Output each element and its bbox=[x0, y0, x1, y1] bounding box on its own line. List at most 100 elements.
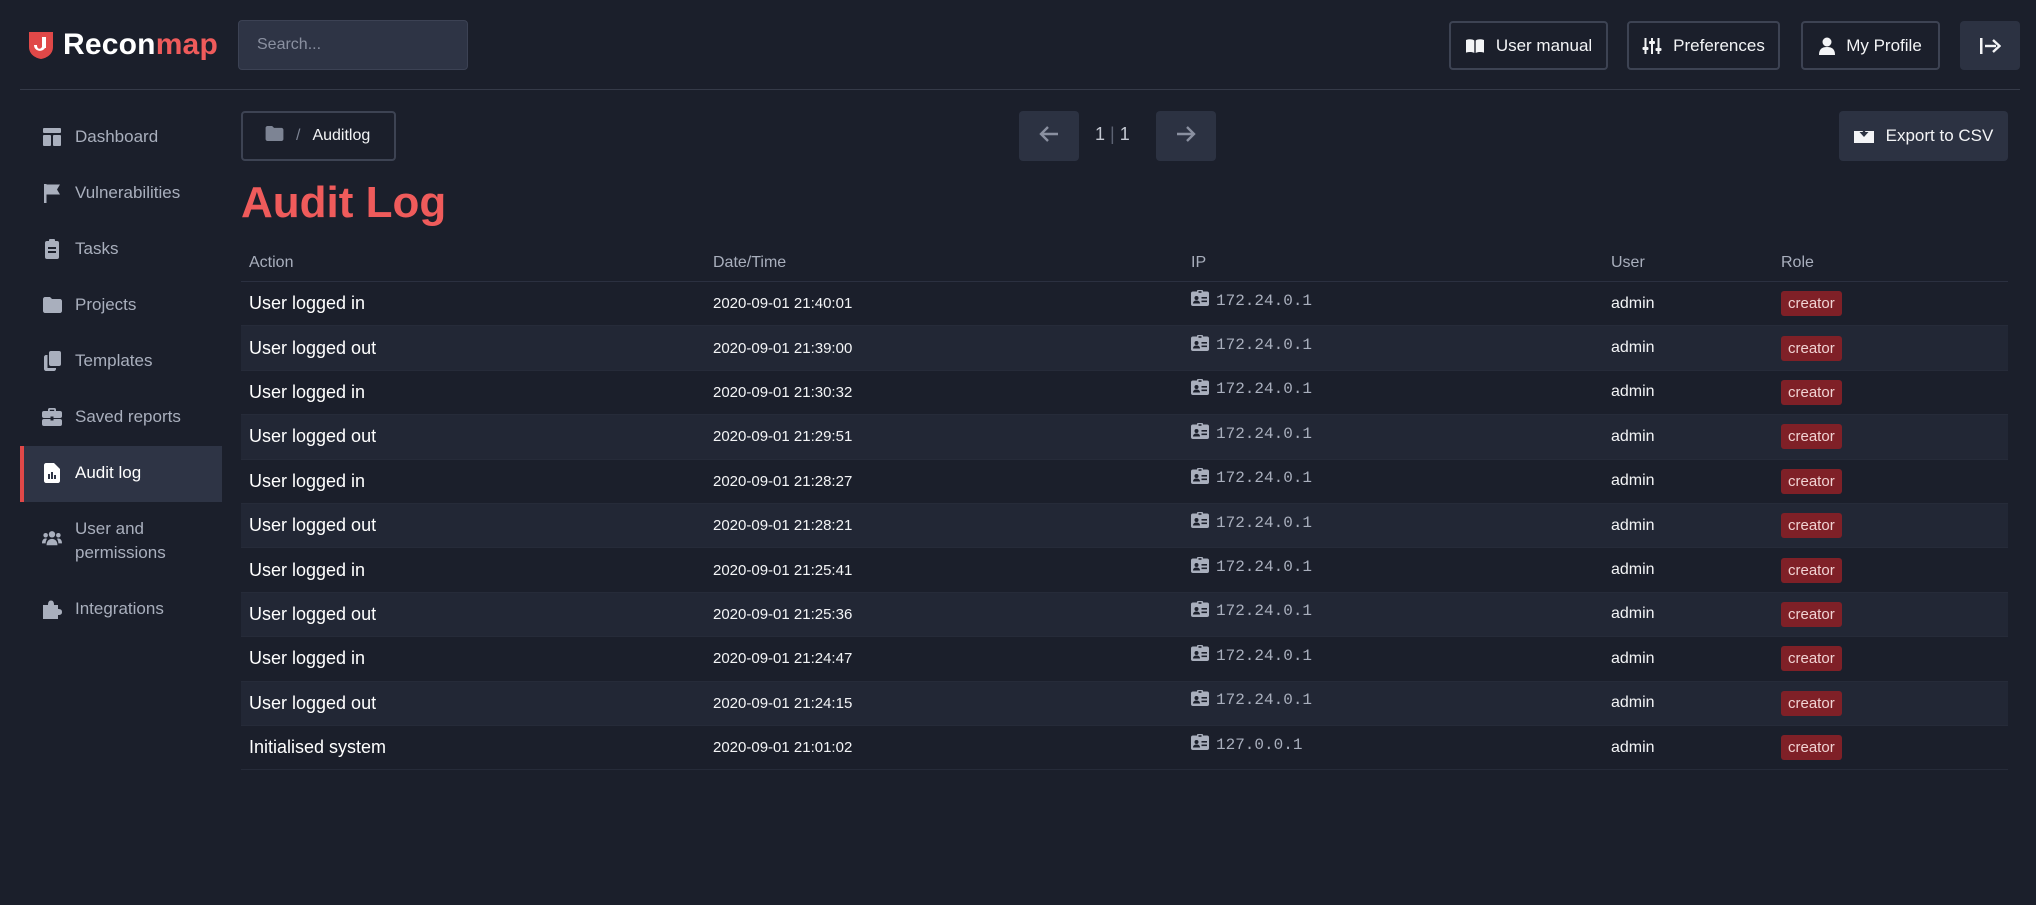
flag-icon bbox=[42, 181, 62, 205]
sidebar-item-label: Dashboard bbox=[75, 127, 159, 146]
user-cell: admin bbox=[1611, 383, 1655, 401]
table-body: User logged in 2020-09-01 21:40:01 172.24.… bbox=[241, 282, 2008, 771]
table-row: User logged out 2020-09-01 21:39:00 172.24… bbox=[241, 326, 2008, 371]
breadcrumb: / Auditlog bbox=[241, 111, 396, 161]
user-manual-button[interactable]: User manual bbox=[1449, 21, 1608, 70]
user-cell: admin bbox=[1611, 738, 1655, 756]
ip-cell: 172.24.0.1 bbox=[1185, 556, 1605, 578]
user-cell: admin bbox=[1611, 649, 1655, 667]
book-icon bbox=[1465, 38, 1485, 54]
sidebar-item-templates[interactable]: Templates bbox=[20, 334, 222, 390]
puzzle-icon bbox=[42, 597, 62, 621]
app-name-accent: map bbox=[155, 28, 218, 61]
sidebar-item-label: Tasks bbox=[75, 239, 119, 258]
preferences-button[interactable]: Preferences bbox=[1627, 21, 1780, 70]
table-row: User logged in 2020-09-01 21:24:47 172.24.… bbox=[241, 637, 2008, 682]
sidebar-item-tasks[interactable]: Tasks bbox=[20, 222, 222, 278]
logout-icon bbox=[1979, 37, 2001, 55]
my-profile-label: My Profile bbox=[1846, 35, 1922, 55]
action-cell: User logged in bbox=[249, 381, 366, 402]
table-row: User logged out 2020-09-01 21:28:21 172.24… bbox=[241, 503, 2008, 549]
ip-address: 172.24.0.1 bbox=[1216, 558, 1313, 577]
ip-address: 172.24.0.1 bbox=[1216, 469, 1313, 488]
sidebar-item-projects[interactable]: Projects bbox=[20, 278, 222, 334]
role-cell: creator bbox=[1775, 557, 2008, 583]
sidebar-item-vulnerabilities[interactable]: Vulnerabilities bbox=[20, 166, 222, 222]
id-card-icon bbox=[1191, 600, 1209, 622]
ip-address: 172.24.0.1 bbox=[1216, 691, 1313, 710]
user-cell: admin bbox=[1611, 472, 1655, 490]
id-card-icon bbox=[1191, 512, 1209, 533]
datetime-cell: 2020-09-01 21:28:21 bbox=[713, 517, 853, 535]
sliders-icon bbox=[1642, 37, 1662, 55]
clipboard-icon bbox=[42, 237, 62, 261]
sidebar-item-audit-log[interactable]: Audit log bbox=[20, 446, 222, 502]
logout-button[interactable] bbox=[1960, 21, 2020, 70]
role-badge: creator bbox=[1781, 690, 1842, 716]
table-header: Action Date/Time IP User Role bbox=[241, 244, 2008, 282]
role-cell: creator bbox=[1775, 468, 2008, 494]
action-cell: User logged in bbox=[249, 470, 366, 491]
role-cell: creator bbox=[1775, 424, 2008, 450]
datetime-cell: 2020-09-01 21:28:27 bbox=[713, 472, 853, 490]
next-page-button[interactable] bbox=[1156, 111, 1216, 161]
sidebar-item-label: User and permissions bbox=[75, 519, 166, 562]
id-card-icon bbox=[1191, 689, 1209, 711]
datetime-cell: 2020-09-01 21:01:02 bbox=[713, 739, 853, 757]
datetime-cell: 2020-09-01 21:25:41 bbox=[713, 561, 853, 579]
sidebar-nav: Dashboard Vulnerabilities Tasks Projects… bbox=[20, 110, 222, 638]
page-title: Audit Log bbox=[241, 178, 447, 227]
sidebar-item-integrations[interactable]: Integrations bbox=[20, 582, 222, 638]
folder-icon[interactable] bbox=[265, 126, 284, 146]
role-cell: creator bbox=[1775, 690, 2008, 716]
user-cell: admin bbox=[1611, 339, 1655, 357]
ip-cell: 172.24.0.1 bbox=[1185, 467, 1605, 489]
ip-address: 127.0.0.1 bbox=[1216, 735, 1303, 754]
action-cell: User logged in bbox=[249, 293, 366, 314]
arrow-right-icon bbox=[1176, 125, 1196, 148]
app-logo[interactable]: Reconmap bbox=[27, 27, 218, 63]
action-cell: Initialised system bbox=[249, 737, 387, 758]
arrow-left-icon bbox=[1039, 125, 1059, 148]
table-row: User logged in 2020-09-01 21:30:32 172.24.… bbox=[241, 371, 2008, 416]
ip-cell: 172.24.0.1 bbox=[1185, 378, 1605, 400]
ip-cell: 172.24.0.1 bbox=[1185, 645, 1605, 666]
ip-address: 172.24.0.1 bbox=[1216, 291, 1313, 310]
export-csv-button[interactable]: Export to CSV bbox=[1839, 111, 2008, 161]
role-badge: creator bbox=[1781, 513, 1842, 539]
role-cell: creator bbox=[1775, 291, 2008, 317]
sidebar-item-users[interactable]: User and permissions bbox=[20, 502, 222, 582]
app-name: Reconmap bbox=[63, 28, 218, 62]
role-badge: creator bbox=[1781, 379, 1842, 405]
role-badge: creator bbox=[1781, 557, 1842, 583]
role-cell: creator bbox=[1775, 735, 2008, 761]
export-label: Export to CSV bbox=[1885, 126, 1994, 145]
role-badge: creator bbox=[1781, 424, 1842, 450]
sidebar-item-dashboard[interactable]: Dashboard bbox=[20, 110, 222, 166]
id-card-icon bbox=[1191, 734, 1209, 755]
logo-icon bbox=[27, 30, 55, 60]
ip-cell: 172.24.0.1 bbox=[1185, 334, 1605, 356]
column-header-role: Role bbox=[1781, 253, 1814, 271]
previous-page-button[interactable] bbox=[1019, 111, 1079, 161]
users-icon bbox=[42, 525, 62, 549]
search-input[interactable] bbox=[238, 20, 468, 70]
ip-cell: 172.24.0.1 bbox=[1185, 423, 1605, 444]
app-name-main: Recon bbox=[63, 28, 156, 61]
ip-address: 172.24.0.1 bbox=[1216, 646, 1313, 665]
ip-cell: 172.24.0.1 bbox=[1185, 290, 1605, 311]
role-cell: creator bbox=[1775, 513, 2008, 539]
current-page: 1 bbox=[1095, 124, 1106, 144]
user-cell: admin bbox=[1611, 516, 1655, 534]
my-profile-button[interactable]: My Profile bbox=[1801, 21, 1940, 70]
user-cell: admin bbox=[1611, 694, 1655, 712]
table-row: User logged out 2020-09-01 21:25:36 172.24… bbox=[241, 592, 2008, 638]
user-cell: admin bbox=[1611, 294, 1655, 312]
ip-address: 172.24.0.1 bbox=[1216, 513, 1313, 532]
column-header-datetime: Date/Time bbox=[713, 253, 787, 271]
datetime-cell: 2020-09-01 21:39:00 bbox=[713, 339, 853, 357]
id-card-icon bbox=[1191, 556, 1209, 578]
action-cell: User logged in bbox=[249, 648, 366, 669]
sidebar-item-saved-reports[interactable]: Saved reports bbox=[20, 390, 222, 446]
sidebar-item-label: Audit log bbox=[75, 463, 142, 482]
